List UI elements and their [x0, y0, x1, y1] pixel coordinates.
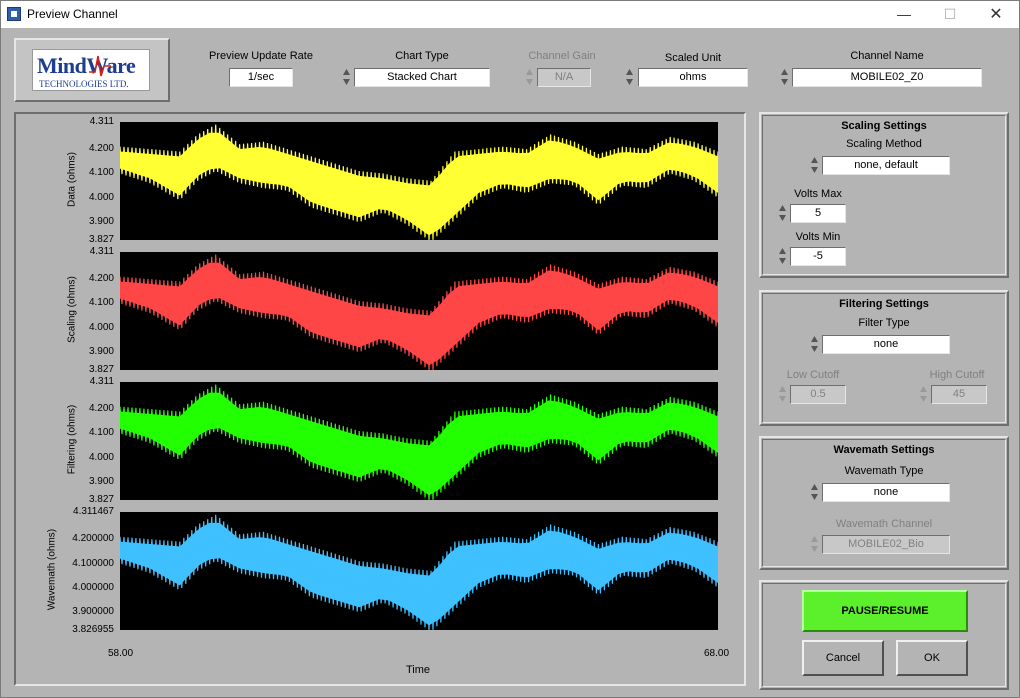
- wavemath-plot-area: [119, 512, 719, 631]
- wavemath-y-tick: 4.000000: [72, 581, 114, 593]
- wavemath-y-tick: 4.100000: [72, 557, 114, 569]
- wavemath-type-field[interactable]: none: [822, 483, 950, 502]
- wavemath-y-tick: 4.200000: [72, 533, 114, 545]
- preview-channel-window: Preview Channel — ☐ ✕ MindWare TECHNOLOG…: [0, 0, 1020, 698]
- volts-max-field[interactable]: 5: [790, 204, 846, 223]
- scaling-method-spinner-icon[interactable]: [809, 154, 820, 176]
- update-rate-field[interactable]: 1/sec: [229, 68, 293, 87]
- low-cutoff-label: Low Cutoff: [786, 369, 840, 381]
- cancel-button[interactable]: Cancel: [802, 640, 884, 676]
- scaled-unit-label: Scaled Unit: [664, 52, 722, 64]
- volts-min-spinner-icon[interactable]: [777, 245, 788, 267]
- data-y-tick: 4.000: [88, 191, 114, 203]
- wavemath-settings-title: Wavemath Settings: [833, 444, 935, 456]
- ok-button[interactable]: OK: [896, 640, 968, 676]
- low-cutoff-field: 0.5: [790, 385, 846, 404]
- stacked-chart-panel: Data (ohms) 4.311 4.200 4.100 4.000 3.900 3.82…: [14, 112, 746, 686]
- filtering-y-tick: 4.100: [88, 427, 114, 439]
- channel-name-label: Channel Name: [850, 50, 924, 62]
- logo-subtitle: TECHNOLOGIES LTD.: [39, 79, 129, 89]
- scaling-settings-title: Scaling Settings: [841, 120, 927, 132]
- high-cutoff-spinner-icon: [918, 383, 929, 405]
- chart-type-label: Chart Type: [395, 50, 449, 62]
- data-plot-area: [119, 122, 719, 241]
- channel-gain-spinner-icon: [524, 66, 535, 88]
- client-area: MindWare TECHNOLOGIES LTD. Preview Updat…: [2, 28, 1018, 697]
- title-bar: Preview Channel — ☐ ✕: [1, 1, 1019, 28]
- channel-gain-field: N/A: [537, 68, 591, 87]
- filtering-settings-group: Filtering Settings Filter Type none Low …: [759, 290, 1009, 426]
- filtering-y-tick: 3.900: [88, 476, 114, 488]
- wavemath-y-tick: 3.826955: [72, 624, 114, 635]
- filtering-y-tick: 4.200: [88, 403, 114, 415]
- wavemath-channel-field: MOBILE02_Bio: [822, 535, 950, 554]
- filter-type-label: Filter Type: [858, 317, 910, 329]
- data-y-tick: 4.200: [88, 143, 114, 155]
- filter-type-spinner-icon[interactable]: [809, 333, 820, 355]
- filtering-y-tick: 4.000: [88, 451, 114, 463]
- data-y-tick: 4.100: [88, 167, 114, 179]
- volts-max-label: Volts Max: [794, 188, 842, 200]
- scaling-method-field[interactable]: none, default: [822, 156, 950, 175]
- low-cutoff-spinner-icon: [777, 383, 788, 405]
- channel-gain-label: Channel Gain: [528, 50, 596, 62]
- maximize-button: ☐: [943, 6, 957, 22]
- scaling-method-label: Scaling Method: [846, 138, 922, 150]
- logo-brand: MindWare: [37, 53, 136, 78]
- scaling-y-tick: 4.100: [88, 297, 114, 309]
- filter-type-field[interactable]: none: [822, 335, 950, 354]
- scaling-y-tick: 4.000: [88, 321, 114, 333]
- wavemath-y-tick: 3.900000: [72, 606, 114, 618]
- close-button[interactable]: ✕: [973, 1, 1019, 28]
- window-title: Preview Channel: [27, 7, 118, 21]
- filtering-y-tick: 4.311: [89, 376, 114, 387]
- chart-type-spinner-icon[interactable]: [341, 66, 352, 88]
- company-logo: MindWare TECHNOLOGIES LTD.: [14, 38, 170, 102]
- volts-min-field[interactable]: -5: [790, 247, 846, 266]
- app-icon: [7, 7, 21, 21]
- data-y-tick: 3.827: [88, 234, 114, 245]
- scaling-y-tick: 3.827: [88, 364, 114, 375]
- logo-wave-icon: [89, 55, 111, 77]
- channel-name-field[interactable]: MOBILE02_Z0: [792, 68, 982, 87]
- wavemath-type-spinner-icon[interactable]: [809, 481, 820, 503]
- scaling-y-tick: 4.311: [89, 246, 114, 257]
- x-tick-start: 58.00: [108, 648, 134, 659]
- wavemath-channel-label: Wavemath Channel: [835, 518, 933, 530]
- chart-type-field[interactable]: Stacked Chart: [354, 68, 490, 87]
- minimize-button[interactable]: —: [881, 1, 927, 28]
- filtering-plot-area: [119, 382, 719, 501]
- filtering-y-tick: 3.827: [88, 494, 114, 505]
- scaling-y-tick: 4.200: [88, 273, 114, 285]
- volts-min-label: Volts Min: [795, 231, 841, 243]
- scaling-plot-area: [119, 252, 719, 371]
- scaled-unit-spinner-icon[interactable]: [624, 66, 635, 88]
- wavemath-type-label: Wavemath Type: [844, 465, 924, 477]
- pause-resume-button[interactable]: PAUSE/RESUME: [802, 590, 968, 632]
- data-y-tick: 3.900: [88, 216, 114, 228]
- wavemath-y-tick: 4.311467: [73, 506, 114, 517]
- x-axis-title: Time: [406, 664, 431, 676]
- data-y-tick: 4.311: [89, 116, 114, 127]
- high-cutoff-label: High Cutoff: [929, 369, 985, 381]
- scaling-settings-group: Scaling Settings Scaling Method none, de…: [759, 112, 1009, 278]
- channel-name-spinner-icon[interactable]: [779, 66, 790, 88]
- filtering-settings-title: Filtering Settings: [839, 298, 929, 310]
- wavemath-channel-spinner-icon: [809, 533, 820, 555]
- volts-max-spinner-icon[interactable]: [777, 202, 788, 224]
- update-rate-label: Preview Update Rate: [209, 50, 313, 62]
- scaling-y-tick: 3.900: [88, 346, 114, 358]
- high-cutoff-field: 45: [931, 385, 987, 404]
- wavemath-settings-group: Wavemath Settings Wavemath Type none Wav…: [759, 436, 1009, 570]
- scaled-unit-field[interactable]: ohms: [638, 68, 748, 87]
- x-tick-end: 68.00: [704, 648, 730, 659]
